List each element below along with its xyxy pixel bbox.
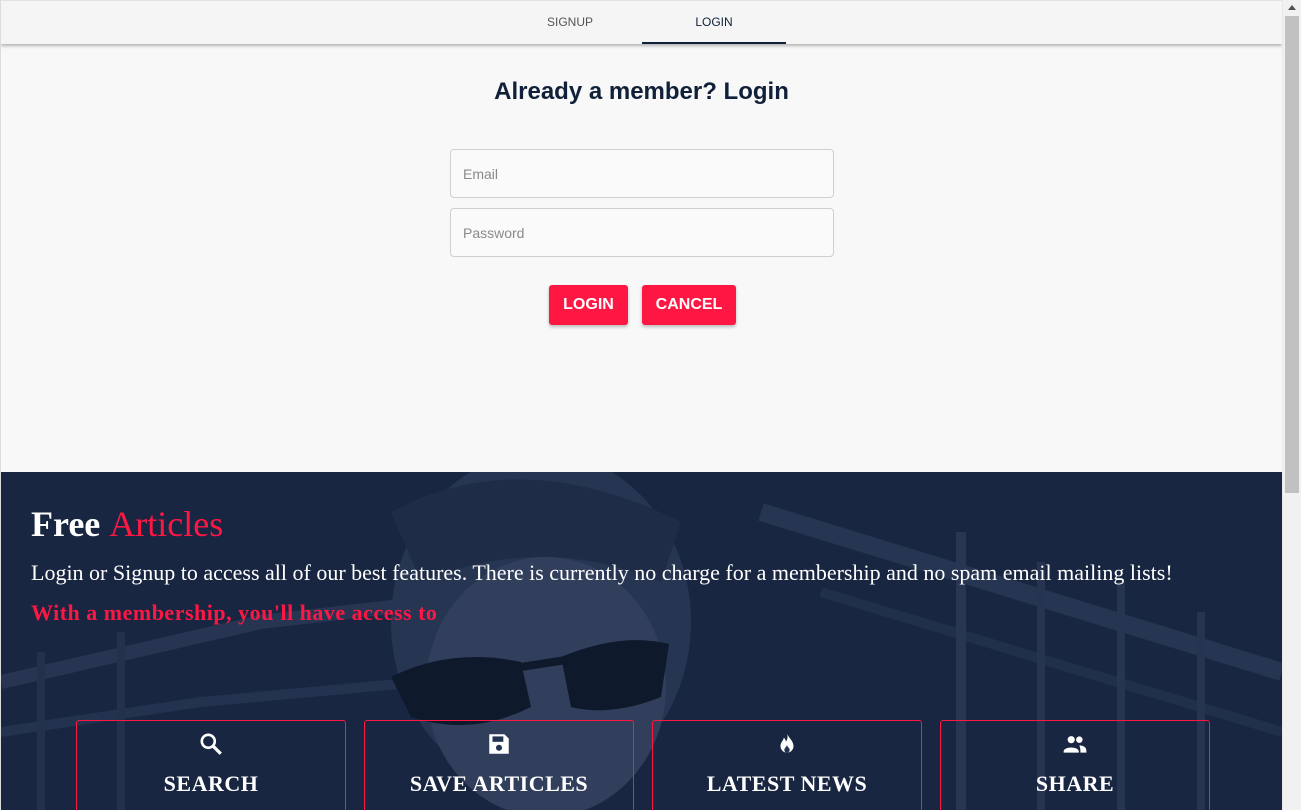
- hero-text-block: Free Articles Login or Signup to access …: [31, 502, 1241, 626]
- hero-description: Login or Signup to access all of our bes…: [31, 560, 1173, 585]
- feature-title: SHARE: [1035, 771, 1115, 796]
- tab-login[interactable]: LOGIN: [642, 1, 786, 44]
- vertical-scrollbar[interactable]: [1282, 0, 1301, 810]
- hero-title-accent: Articles: [109, 504, 224, 544]
- search-icon: [200, 733, 222, 755]
- feature-title: SAVE ARTICLES: [409, 771, 589, 796]
- feature-title: SEARCH: [163, 771, 259, 796]
- feature-card-search: SEARCH: [76, 720, 346, 810]
- scrollbar-thumb[interactable]: [1285, 16, 1299, 493]
- hero-subtitle: With a membership, you'll have access to: [31, 600, 438, 625]
- cancel-button[interactable]: CANCEL: [642, 285, 736, 325]
- login-heading: Already a member? Login: [494, 78, 789, 105]
- email-input[interactable]: [450, 149, 834, 198]
- feature-card-save-articles: SAVE ARTICLES: [364, 720, 634, 810]
- hero-title-white: Free: [31, 504, 101, 544]
- feature-card-share: SHARE: [940, 720, 1210, 810]
- tab-signup[interactable]: SIGNUP: [498, 1, 642, 44]
- password-input[interactable]: [450, 208, 834, 257]
- feature-title: LATEST NEWS: [706, 771, 868, 796]
- page: SIGNUP LOGIN Already a member? Login LOG…: [0, 0, 1282, 810]
- scroll-up-arrow-icon[interactable]: [1288, 5, 1296, 10]
- feature-card-latest-news: LATEST NEWS: [652, 720, 922, 810]
- hero-section: Free Articles Login or Signup to access …: [1, 472, 1282, 810]
- save-icon: [489, 734, 509, 754]
- tab-bar: SIGNUP LOGIN: [1, 0, 1282, 44]
- hero-title: Free Articles: [31, 502, 1241, 546]
- login-button[interactable]: LOGIN: [549, 285, 628, 325]
- fire-icon: [780, 733, 794, 753]
- people-icon: [1063, 736, 1087, 753]
